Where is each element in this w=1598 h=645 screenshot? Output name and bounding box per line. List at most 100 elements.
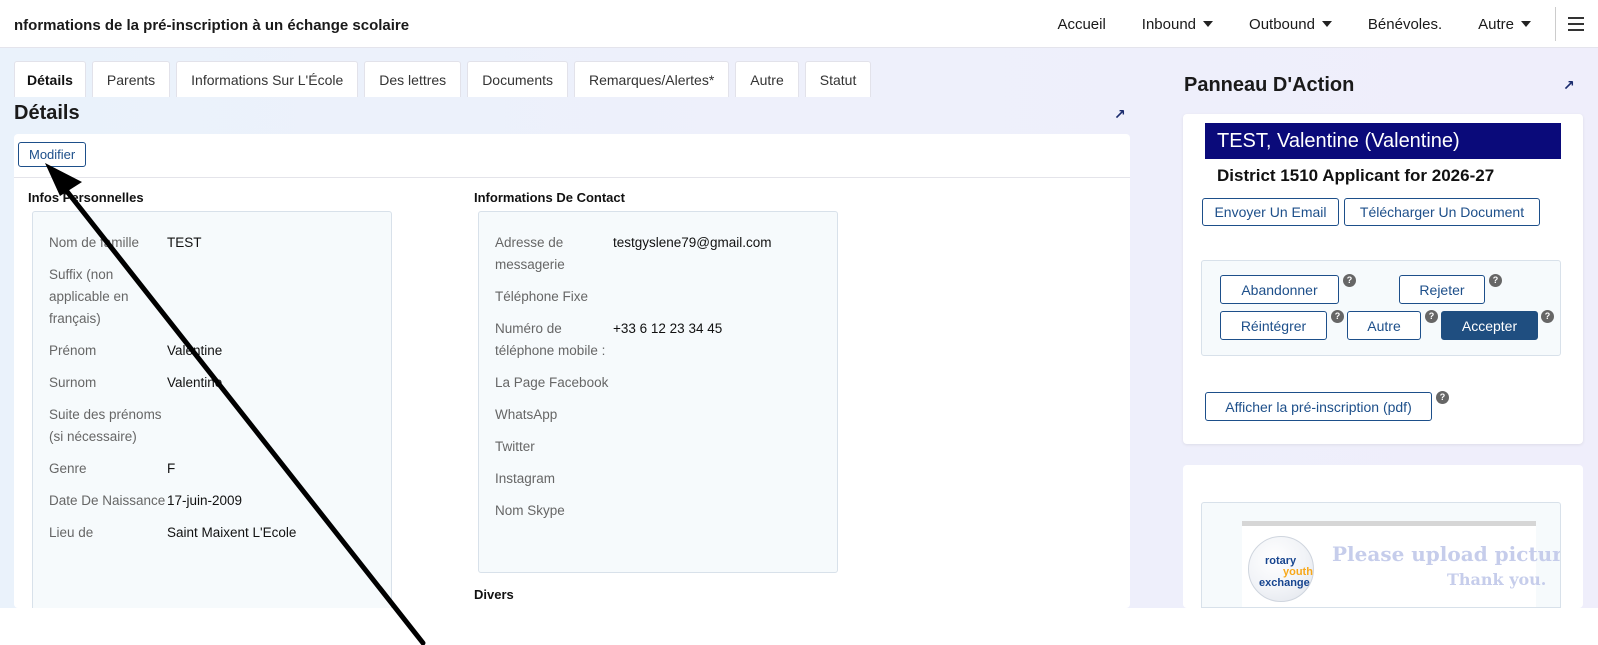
tab-school-info[interactable]: Informations Sur L'École (176, 61, 359, 97)
contact-label: Téléphone Fixe (495, 289, 589, 304)
personal-row: Date De Naissance 17-juin-2009 (49, 490, 391, 512)
contact-row: Numéro de téléphone mobile : +33 6 12 23 … (495, 318, 837, 362)
contact-row: La Page Facebook (495, 372, 837, 394)
logo-text-exchange: exchange (1259, 577, 1310, 589)
contact-row: Twitter (495, 436, 837, 458)
details-toolbar: Modifier (14, 134, 1130, 178)
personal-value: Valentine (167, 343, 223, 358)
contact-row: Nom Skype (495, 500, 837, 522)
expand-icon[interactable]: ↗ (1563, 77, 1575, 94)
page-title: nformations de la pré-inscription à un é… (14, 17, 410, 34)
upload-thanks: Thank you. (1447, 570, 1547, 589)
caret-down-icon (1321, 21, 1332, 27)
contact-info-card: Adresse de messagerie testgyslene79@gmail… (478, 211, 838, 573)
personal-row: Prénom Valentine (49, 340, 391, 362)
modify-button[interactable]: Modifier (18, 142, 87, 167)
personal-value: Valentine (167, 375, 223, 390)
nav-benevoles[interactable]: Bénévoles. (1368, 16, 1442, 33)
rotary-youth-exchange-logo: rotary youth exchange (1248, 536, 1314, 602)
nav-outbound-label: Outbound (1249, 15, 1315, 33)
contact-label: Twitter (495, 439, 535, 454)
nav-inbound[interactable]: Inbound (1141, 15, 1214, 33)
personal-row: Lieu de Saint Maixent L'Ecole (49, 522, 391, 544)
help-icon[interactable]: ? (1425, 310, 1438, 323)
tab-status[interactable]: Statut (804, 61, 872, 97)
reinstate-button[interactable]: Réintégrer (1220, 311, 1327, 340)
contact-row: Téléphone Fixe (495, 286, 837, 308)
applicant-name-banner: TEST, Valentine (Valentine) (1205, 123, 1561, 159)
personal-label: Prénom (49, 343, 97, 358)
help-icon[interactable]: ? (1331, 310, 1344, 323)
contact-row: Instagram (495, 468, 837, 490)
personal-label: Surnom (49, 375, 97, 390)
placeholder-image: rotary youth exchange Please upload pict… (1242, 521, 1560, 607)
personal-info-card: Nom de famille TEST Suffix (non applicable… (32, 211, 392, 608)
personal-label: Suffix (non applicable en français) (49, 267, 129, 326)
personal-row: Suffix (non applicable en français) (49, 264, 391, 330)
nav-autre-label: Autre (1478, 15, 1514, 33)
help-icon[interactable]: ? (1489, 274, 1502, 287)
action-panel: TEST, Valentine (Valentine) District 151… (1183, 114, 1583, 444)
tab-documents[interactable]: Documents (467, 61, 568, 97)
other-action-button[interactable]: Autre (1347, 311, 1421, 340)
personal-row: Nom de famille TEST (49, 232, 391, 254)
personal-label: Lieu de (49, 525, 94, 540)
send-email-button[interactable]: Envoyer Un Email (1202, 198, 1339, 226)
main-nav: Accueil Inbound Outbound Bénévoles. Autr… (1057, 0, 1598, 48)
personal-row: Suite des prénoms (si nécessaire) (49, 404, 391, 448)
personal-label: Date De Naissance (49, 493, 166, 508)
caret-down-icon (1521, 21, 1531, 27)
nav-accueil-label: Accueil (1057, 15, 1106, 33)
record-tabs: Détails Parents Informations Sur L'École… (14, 61, 877, 97)
misc-heading: Divers (474, 587, 514, 602)
nav-outbound[interactable]: Outbound (1249, 16, 1332, 33)
tab-details[interactable]: Détails (14, 61, 86, 97)
personal-label: Genre (49, 461, 87, 476)
caret-down-icon (1203, 21, 1214, 27)
details-panel: Modifier Infos Personnelles Nom de famil… (14, 134, 1130, 608)
contact-value: +33 6 12 23 34 45 (613, 321, 723, 336)
personal-row: Surnom Valentine (49, 372, 391, 394)
abandon-button[interactable]: Abandonner (1220, 275, 1339, 304)
contact-value: testgyslene79@gmail.com (613, 235, 772, 250)
decision-box: Abandonner ? Rejeter ? Réintégrer ? Autr… (1201, 260, 1561, 356)
upload-prompt: Please upload picture. (1332, 542, 1561, 566)
help-icon[interactable]: ? (1541, 310, 1554, 323)
tab-remarks[interactable]: Remarques/Alertes* (574, 61, 730, 97)
personal-row: Genre F (49, 458, 391, 480)
top-navbar: nformations de la pré-inscription à un é… (0, 0, 1598, 48)
help-icon[interactable]: ? (1343, 274, 1356, 287)
photo-placeholder[interactable]: rotary youth exchange Please upload pict… (1201, 502, 1561, 608)
help-icon[interactable]: ? (1436, 391, 1449, 404)
contact-row: WhatsApp (495, 404, 837, 426)
personal-label: Suite des prénoms (si nécessaire) (49, 407, 162, 444)
nav-divider (1555, 7, 1556, 41)
bottom-strip (0, 608, 1598, 645)
action-panel-title: Panneau D'Action (1184, 74, 1355, 96)
hamburger-menu-icon[interactable] (1568, 17, 1584, 31)
personal-info-heading: Infos Personnelles (28, 190, 144, 205)
contact-label: WhatsApp (495, 407, 558, 422)
nav-autre[interactable]: Autre (1478, 16, 1531, 33)
tab-other[interactable]: Autre (735, 61, 799, 97)
contact-label: Instagram (495, 471, 556, 486)
expand-icon[interactable]: ↗ (1114, 106, 1126, 123)
personal-value: F (167, 461, 176, 476)
personal-label: Nom de famille (49, 235, 140, 250)
tab-letters[interactable]: Des lettres (364, 61, 462, 97)
upload-document-button[interactable]: Télécharger Un Document (1344, 198, 1540, 226)
contact-label: Adresse de messagerie (495, 235, 565, 272)
reject-button[interactable]: Rejeter (1399, 275, 1485, 304)
personal-value: Saint Maixent L'Ecole (167, 525, 297, 540)
view-pdf-button[interactable]: Afficher la pré-inscription (pdf) (1205, 392, 1432, 421)
contact-label: Nom Skype (495, 503, 565, 518)
nav-inbound-label: Inbound (1141, 15, 1197, 33)
contact-label: La Page Facebook (495, 375, 609, 390)
contact-label: Numéro de téléphone mobile : (495, 321, 606, 358)
nav-benevoles-label: Bénévoles. (1367, 15, 1443, 33)
accept-button[interactable]: Accepter (1441, 311, 1538, 340)
tab-parents[interactable]: Parents (91, 61, 171, 97)
photo-panel: rotary youth exchange Please upload pict… (1183, 465, 1583, 608)
contact-row: Adresse de messagerie testgyslene79@gmail… (495, 232, 837, 276)
nav-accueil[interactable]: Accueil (1057, 16, 1105, 33)
